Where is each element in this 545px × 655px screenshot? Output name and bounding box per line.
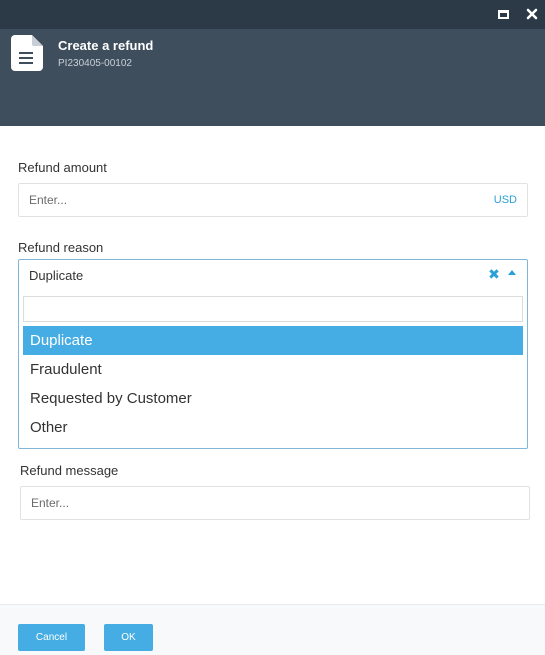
close-icon[interactable]	[523, 5, 541, 23]
maximize-icon[interactable]	[494, 5, 512, 23]
currency-label: USD	[493, 194, 517, 206]
refund-message-placeholder: Enter...	[31, 496, 70, 510]
option-duplicate[interactable]: Duplicate	[23, 326, 523, 355]
option-other[interactable]: Other	[23, 413, 523, 442]
document-icon	[11, 35, 43, 76]
refund-amount-label: Refund amount	[18, 160, 107, 175]
refund-message-input[interactable]: Enter...	[20, 486, 530, 520]
refund-message-label: Refund message	[20, 463, 119, 478]
window-titlebar	[0, 0, 545, 29]
refund-reason-select[interactable]: Duplicate ✖ Duplicate Fraudulent Request…	[18, 259, 528, 449]
option-requested-by-customer[interactable]: Requested by Customer	[23, 384, 523, 413]
page-title: Create a refund	[58, 38, 154, 53]
clear-selection-icon[interactable]: ✖	[487, 266, 501, 282]
dialog-header: Create a refund PI230405-00102	[0, 29, 545, 126]
payment-id: PI230405-00102	[58, 58, 132, 69]
option-fraudulent[interactable]: Fraudulent	[23, 355, 523, 384]
refund-amount-placeholder: Enter...	[29, 193, 68, 207]
reason-search-input[interactable]	[23, 296, 523, 322]
refund-amount-input[interactable]: Enter... USD	[18, 183, 528, 217]
dialog-footer: Cancel OK	[0, 605, 545, 655]
ok-button[interactable]: OK	[104, 624, 153, 651]
refund-reason-value: Duplicate	[29, 268, 84, 283]
cancel-button[interactable]: Cancel	[18, 624, 85, 651]
refund-reason-label: Refund reason	[18, 240, 104, 255]
caret-up-icon[interactable]	[508, 270, 516, 275]
